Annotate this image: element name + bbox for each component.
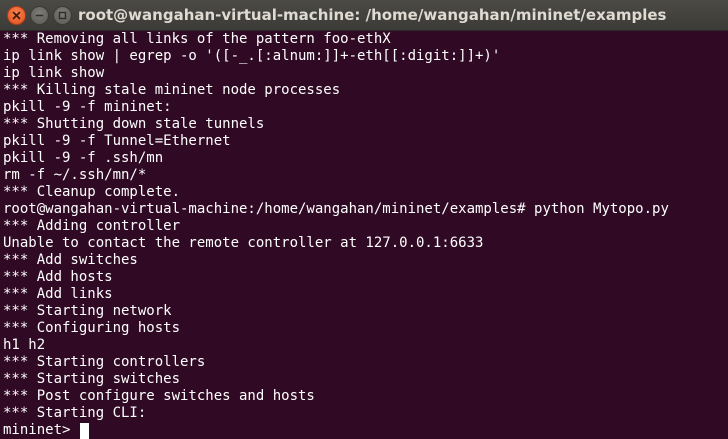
command-prompt-line[interactable]: mininet> bbox=[3, 422, 728, 439]
terminal-line: *** Killing stale mininet node processes bbox=[3, 82, 341, 98]
terminal-line: h1 h2 bbox=[3, 337, 46, 353]
terminal-line: *** Adding controller bbox=[3, 218, 181, 234]
terminal-line: *** Post configure switches and hosts bbox=[3, 388, 315, 404]
terminal-window: root@wangahan-virtual-machine: /home/wan… bbox=[0, 0, 728, 439]
close-icon bbox=[12, 11, 21, 20]
maximize-button[interactable] bbox=[53, 6, 72, 25]
minimize-button[interactable] bbox=[30, 6, 49, 25]
shell-prompt: mininet> bbox=[3, 422, 79, 438]
terminal-line: ip link show bbox=[3, 65, 105, 81]
terminal-line: *** Add switches bbox=[3, 252, 138, 268]
maximize-icon bbox=[58, 11, 67, 20]
title-bar[interactable]: root@wangahan-virtual-machine: /home/wan… bbox=[0, 0, 728, 31]
terminal-line: *** Cleanup complete. bbox=[3, 184, 181, 200]
terminal-line: *** Add hosts bbox=[3, 269, 113, 285]
terminal-line: *** Starting controllers bbox=[3, 354, 206, 370]
window-controls bbox=[7, 6, 72, 25]
terminal-line: pkill -9 -f mininet: bbox=[3, 99, 172, 115]
terminal-line: *** Starting CLI: bbox=[3, 405, 147, 421]
terminal-line: *** Configuring hosts bbox=[3, 320, 181, 336]
terminal-line: *** Add links bbox=[3, 286, 113, 302]
terminal-line: rm -f ~/.ssh/mn/* bbox=[3, 167, 147, 183]
terminal-line: *** Shutting down stale tunnels bbox=[3, 116, 265, 132]
terminal-line: root@wangahan-virtual-machine:/home/wang… bbox=[3, 201, 669, 217]
terminal-line: *** Starting switches bbox=[3, 371, 181, 387]
text-cursor bbox=[79, 422, 89, 439]
terminal-line: *** Removing all links of the pattern fo… bbox=[3, 31, 391, 47]
terminal-line: pkill -9 -f Tunnel=Ethernet bbox=[3, 133, 231, 149]
close-button[interactable] bbox=[7, 6, 26, 25]
terminal-line: ip link show | egrep -o '([-_.[:alnum:]]… bbox=[3, 48, 501, 64]
window-title: root@wangahan-virtual-machine: /home/wan… bbox=[78, 6, 667, 24]
terminal-output[interactable]: *** Removing all links of the pattern fo… bbox=[0, 31, 728, 439]
terminal-line: Unable to contact the remote controller … bbox=[3, 235, 484, 251]
terminal-line: pkill -9 -f .ssh/mn bbox=[3, 150, 164, 166]
terminal-line: *** Starting network bbox=[3, 303, 172, 319]
minimize-icon bbox=[35, 14, 44, 17]
